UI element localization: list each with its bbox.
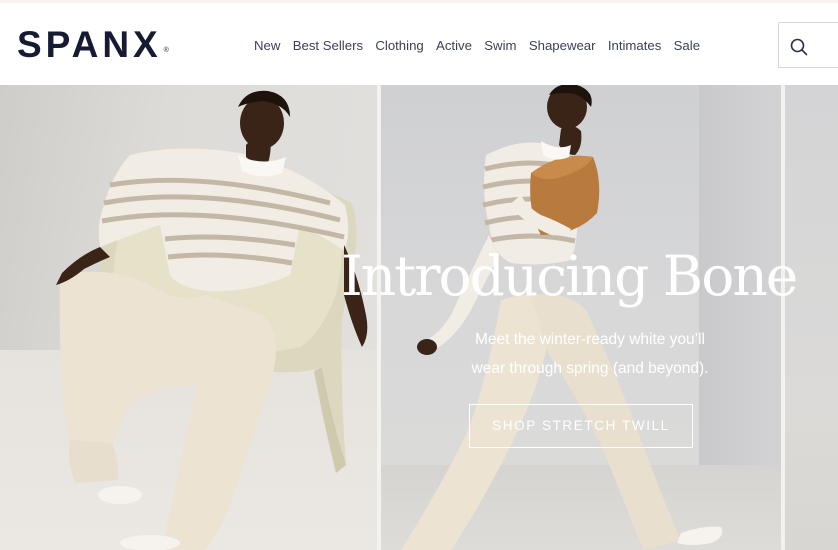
nav-item-active[interactable]: Active (436, 38, 472, 54)
seated-model-illustration (56, 90, 368, 550)
site-header: SPANX ® New Best Sellers Clothing Active … (0, 3, 838, 85)
hero-headline: Introducing Bone (341, 244, 798, 308)
nav-item-clothing[interactable]: Clothing (375, 38, 423, 54)
hero-subtext: Meet the winter-ready white you’ll wear … (440, 325, 740, 383)
hero-image-seated-model (0, 85, 379, 550)
spanx-logo[interactable]: SPANX ® (17, 24, 169, 65)
nav-item-intimates[interactable]: Intimates (608, 38, 662, 54)
nav-item-sale[interactable]: Sale (674, 38, 700, 54)
nav-item-best-sellers[interactable]: Best Sellers (293, 38, 363, 54)
hero-image-walking-model (381, 85, 781, 550)
walking-model-illustration (401, 85, 723, 550)
search-button[interactable] (778, 22, 838, 68)
logo-registered-mark: ® (163, 47, 169, 54)
main-nav: New Best Sellers Clothing Active Swim Sh… (254, 38, 712, 54)
nav-item-swim[interactable]: Swim (484, 38, 516, 54)
hero-subtext-line-2: wear through spring (and beyond). (471, 360, 709, 377)
nav-item-shapewear[interactable]: Shapewear (529, 38, 596, 54)
hero-image-edge-panel (785, 85, 838, 550)
logo-text: SPANX (17, 24, 162, 65)
nav-item-new[interactable]: New (254, 38, 280, 54)
shop-stretch-twill-button[interactable]: SHOP STRETCH TWILL (469, 404, 693, 448)
hero-subtext-line-1: Meet the winter-ready white you’ll (474, 331, 706, 348)
search-icon (790, 38, 808, 56)
hero-banner[interactable]: Introducing Bone Meet the winter-ready w… (0, 85, 838, 550)
